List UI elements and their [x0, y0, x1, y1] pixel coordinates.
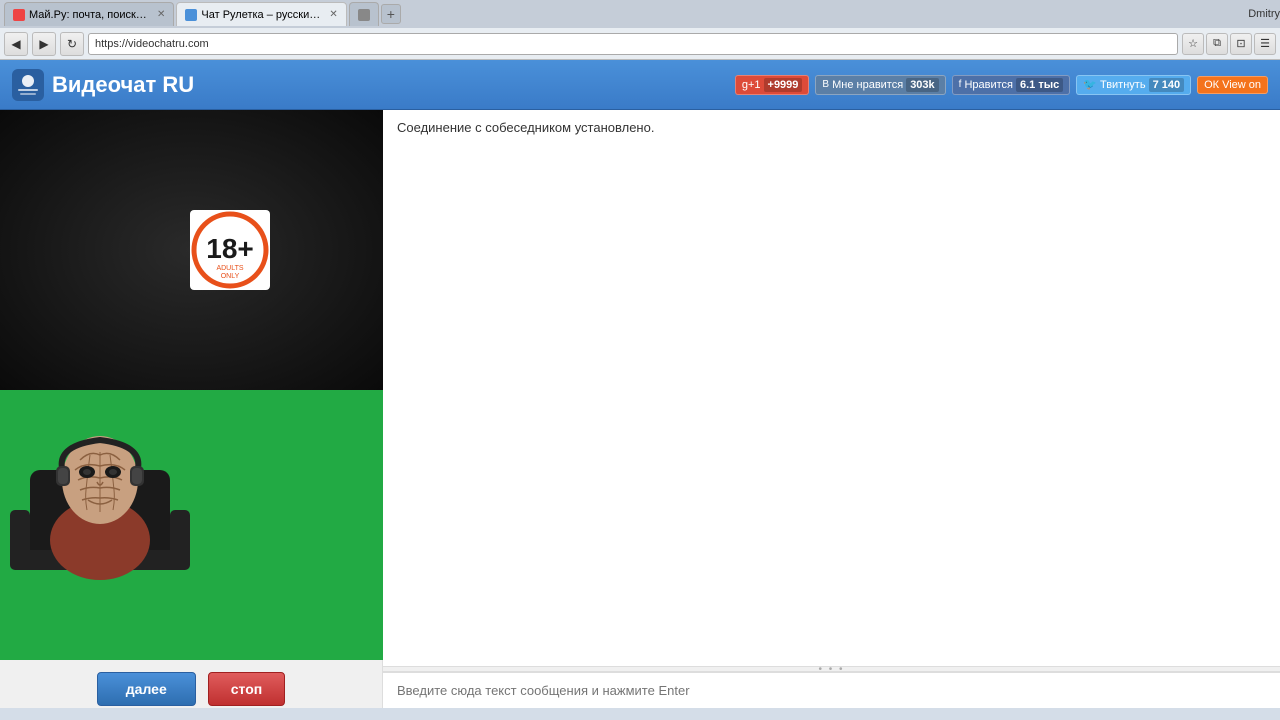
back-button[interactable]: ◀ [4, 32, 28, 56]
new-tab-button[interactable]: + [381, 4, 401, 24]
chat-panel: Соединение с собеседником установлено. •… [383, 110, 1280, 708]
google-plus-button[interactable]: g+1 +9999 [735, 75, 810, 95]
google-count: +9999 [764, 78, 803, 92]
twitter-button[interactable]: 🐦 Твитнуть 7 140 [1076, 75, 1191, 95]
vk-like-count: 303k [906, 78, 938, 92]
twitter-count: 7 140 [1149, 78, 1185, 92]
reload-button[interactable]: ↻ [60, 32, 84, 56]
next-button[interactable]: далее [97, 672, 196, 706]
browser-chrome: Май.Ру: почта, поиск с... ✕ Чат Рулетка … [0, 0, 1280, 60]
logo-icon [12, 69, 44, 101]
vk-share-button[interactable]: f Нравится 6.1 тыс [952, 75, 1071, 95]
page: Видеочат RU g+1 +9999 В Мне нравится 303… [0, 60, 1280, 708]
stop-button[interactable]: стоп [208, 672, 285, 706]
vk-like-button[interactable]: В Мне нравится 303k [815, 75, 945, 95]
browser-toolbar: ◀ ▶ ↻ ☆ ⧉ ⊡ ☰ [0, 28, 1280, 60]
address-bar[interactable] [88, 33, 1178, 55]
window-btn-1[interactable]: ⧉ [1206, 33, 1228, 55]
tab-new[interactable] [349, 2, 379, 26]
age-restriction-badge: 18+ ADULTS ONLY [190, 210, 270, 290]
tab-mail-favicon [13, 9, 25, 21]
svg-text:18+: 18+ [206, 233, 254, 264]
browser-tabs: Май.Ру: почта, поиск с... ✕ Чат Рулетка … [0, 0, 1280, 28]
vk-count: 6.1 тыс [1016, 78, 1063, 92]
ok-button[interactable]: ОК View on [1197, 76, 1268, 94]
chat-input-area [383, 672, 1280, 708]
video-panel: 18+ ADULTS ONLY [0, 110, 383, 708]
tab-chat-close[interactable]: ✕ [329, 9, 337, 20]
browser-user: Dmitry [1248, 8, 1280, 20]
tab-chat-label: Чат Рулетка – русский ... [201, 9, 321, 21]
tab-chat-favicon [185, 9, 197, 21]
site-header: Видеочат RU g+1 +9999 В Мне нравится 303… [0, 60, 1280, 110]
tab-mail[interactable]: Май.Ру: почта, поиск с... ✕ [4, 2, 174, 26]
main-content: 18+ ADULTS ONLY [0, 110, 1280, 708]
svg-text:ONLY: ONLY [221, 273, 240, 280]
local-video [0, 390, 383, 660]
video-controls: далее стоп [0, 660, 382, 708]
bookmark-button[interactable]: ☆ [1182, 33, 1204, 55]
chat-messages: Соединение с собеседником установлено. [383, 110, 1280, 666]
header-social: g+1 +9999 В Мне нравится 303k f Нравится… [735, 75, 1268, 95]
svg-text:ADULTS: ADULTS [216, 265, 243, 272]
window-btn-2[interactable]: ⊡ [1230, 33, 1252, 55]
site-logo: Видеочат RU [12, 69, 194, 101]
forward-button[interactable]: ▶ [32, 32, 56, 56]
toolbar-right: ☆ ⧉ ⊡ ☰ [1182, 33, 1276, 55]
tab-new-favicon [358, 9, 370, 21]
tab-mail-close[interactable]: ✕ [157, 9, 165, 20]
site-title: Видеочат RU [52, 72, 194, 98]
tab-chat[interactable]: Чат Рулетка – русский ... ✕ [176, 2, 346, 26]
person-figure [0, 390, 200, 610]
tab-mail-label: Май.Ру: почта, поиск с... [29, 9, 149, 21]
remote-video: 18+ ADULTS ONLY [0, 110, 383, 390]
connection-message: Соединение с собеседником установлено. [397, 120, 1266, 135]
chat-input[interactable] [383, 673, 1280, 708]
settings-button[interactable]: ☰ [1254, 33, 1276, 55]
